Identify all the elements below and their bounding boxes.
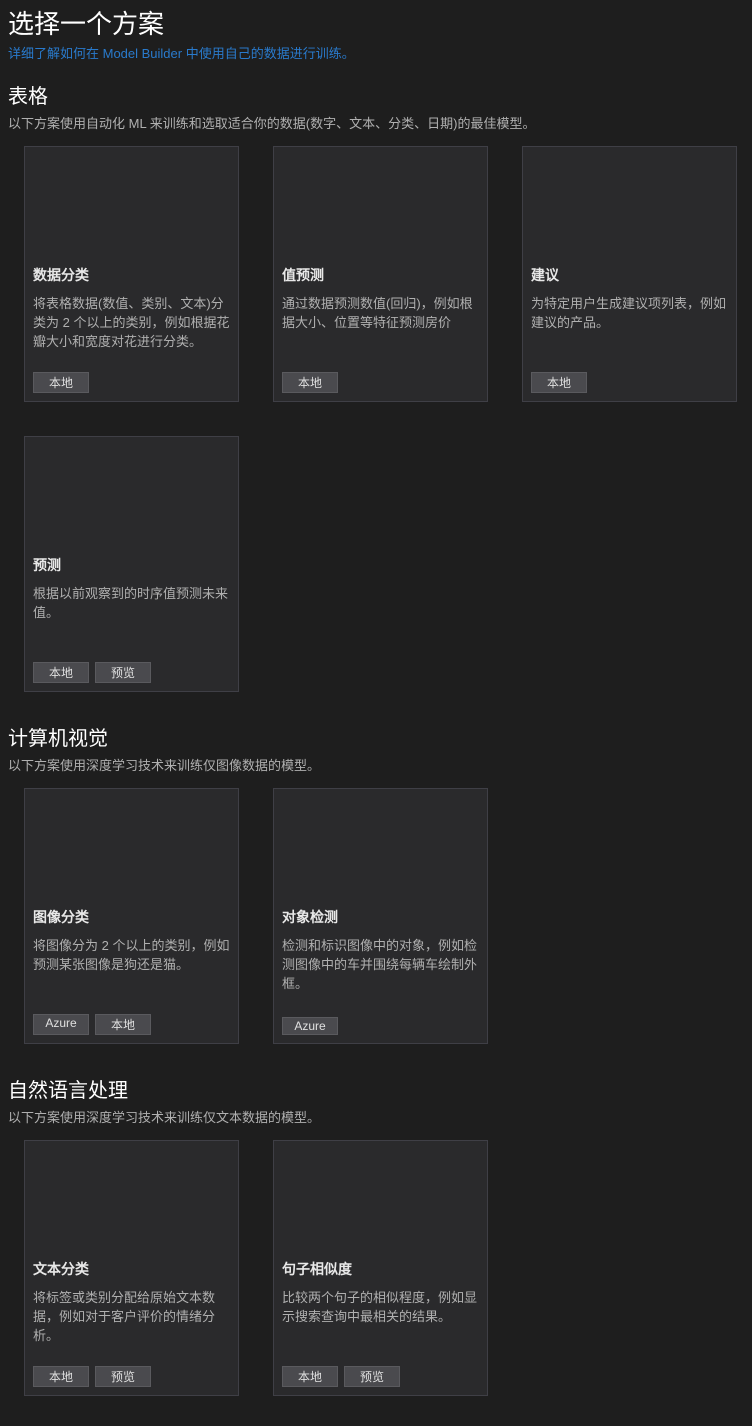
card-tags: Azure 本地: [33, 1014, 230, 1035]
card-image-classification[interactable]: 图像分类 将图像分为 2 个以上的类别，例如预测某张图像是狗还是猫。 Azure…: [24, 788, 239, 1044]
card-image-placeholder: [282, 155, 479, 265]
tag-local: 本地: [33, 372, 89, 393]
section-title: 表格: [0, 80, 752, 113]
section-desc: 以下方案使用深度学习技术来训练仅文本数据的模型。: [0, 1107, 752, 1140]
tag-azure: Azure: [282, 1017, 338, 1035]
card-tags: 本地: [282, 372, 479, 393]
card-tags: 本地 预览: [282, 1366, 479, 1387]
tag-local: 本地: [33, 1366, 89, 1387]
card-desc: 根据以前观察到的时序值预测未来值。: [33, 585, 230, 662]
card-title: 图像分类: [33, 907, 230, 927]
card-value-prediction[interactable]: 值预测 通过数据预测数值(回归)，例如根据大小、位置等特征预测房价 本地: [273, 146, 488, 402]
card-row: 图像分类 将图像分为 2 个以上的类别，例如预测某张图像是狗还是猫。 Azure…: [0, 788, 752, 1070]
card-image-placeholder: [33, 1149, 230, 1259]
card-title: 预测: [33, 555, 230, 575]
card-recommendation[interactable]: 建议 为特定用户生成建议项列表，例如建议的产品。 本地: [522, 146, 737, 402]
card-tags: 本地: [33, 372, 230, 393]
card-desc: 将图像分为 2 个以上的类别，例如预测某张图像是狗还是猫。: [33, 937, 230, 1014]
tag-local: 本地: [531, 372, 587, 393]
card-desc: 为特定用户生成建议项列表，例如建议的产品。: [531, 295, 728, 372]
card-row: 数据分类 将表格数据(数值、类别、文本)分类为 2 个以上的类别，例如根据花瓣大…: [0, 146, 752, 718]
card-title: 对象检测: [282, 907, 479, 927]
card-tags: 本地 预览: [33, 662, 230, 683]
card-desc: 将标签或类别分配给原始文本数据，例如对于客户评价的情绪分析。: [33, 1289, 230, 1366]
section-desc: 以下方案使用自动化 ML 来训练和选取适合你的数据(数字、文本、分类、日期)的最…: [0, 113, 752, 146]
section-tabular: 表格 以下方案使用自动化 ML 来训练和选取适合你的数据(数字、文本、分类、日期…: [0, 80, 752, 718]
tag-local: 本地: [282, 1366, 338, 1387]
card-row: 文本分类 将标签或类别分配给原始文本数据，例如对于客户评价的情绪分析。 本地 预…: [0, 1140, 752, 1422]
tag-azure: Azure: [33, 1014, 89, 1035]
card-sentence-similarity[interactable]: 句子相似度 比较两个句子的相似程度，例如显示搜索查询中最相关的结果。 本地 预览: [273, 1140, 488, 1396]
card-title: 句子相似度: [282, 1259, 479, 1279]
card-image-placeholder: [33, 445, 230, 555]
card-text-classification[interactable]: 文本分类 将标签或类别分配给原始文本数据，例如对于客户评价的情绪分析。 本地 预…: [24, 1140, 239, 1396]
card-title: 数据分类: [33, 265, 230, 285]
tag-local: 本地: [95, 1014, 151, 1035]
card-desc: 通过数据预测数值(回归)，例如根据大小、位置等特征预测房价: [282, 295, 479, 372]
section-title: 自然语言处理: [0, 1074, 752, 1107]
section-title: 计算机视觉: [0, 722, 752, 755]
card-desc: 比较两个句子的相似程度，例如显示搜索查询中最相关的结果。: [282, 1289, 479, 1366]
card-title: 文本分类: [33, 1259, 230, 1279]
card-data-classification[interactable]: 数据分类 将表格数据(数值、类别、文本)分类为 2 个以上的类别，例如根据花瓣大…: [24, 146, 239, 402]
card-desc: 检测和标识图像中的对象，例如检测图像中的车并围绕每辆车绘制外框。: [282, 937, 479, 1017]
tag-preview: 预览: [95, 662, 151, 683]
tag-local: 本地: [282, 372, 338, 393]
card-tags: 本地 预览: [33, 1366, 230, 1387]
card-image-placeholder: [33, 797, 230, 907]
card-image-placeholder: [531, 155, 728, 265]
section-computer-vision: 计算机视觉 以下方案使用深度学习技术来训练仅图像数据的模型。 图像分类 将图像分…: [0, 722, 752, 1070]
card-title: 建议: [531, 265, 728, 285]
card-tags: Azure: [282, 1017, 479, 1035]
card-image-placeholder: [282, 797, 479, 907]
tag-local: 本地: [33, 662, 89, 683]
tag-preview: 预览: [344, 1366, 400, 1387]
learn-more-link[interactable]: 详细了解如何在 Model Builder 中使用自己的数据进行训练。: [0, 43, 752, 80]
card-forecasting[interactable]: 预测 根据以前观察到的时序值预测未来值。 本地 预览: [24, 436, 239, 692]
page-title: 选择一个方案: [0, 0, 752, 43]
card-desc: 将表格数据(数值、类别、文本)分类为 2 个以上的类别，例如根据花瓣大小和宽度对…: [33, 295, 230, 372]
section-desc: 以下方案使用深度学习技术来训练仅图像数据的模型。: [0, 755, 752, 788]
card-tags: 本地: [531, 372, 728, 393]
tag-preview: 预览: [95, 1366, 151, 1387]
card-title: 值预测: [282, 265, 479, 285]
section-nlp: 自然语言处理 以下方案使用深度学习技术来训练仅文本数据的模型。 文本分类 将标签…: [0, 1074, 752, 1422]
card-object-detection[interactable]: 对象检测 检测和标识图像中的对象，例如检测图像中的车并围绕每辆车绘制外框。 Az…: [273, 788, 488, 1044]
card-image-placeholder: [33, 155, 230, 265]
card-image-placeholder: [282, 1149, 479, 1259]
